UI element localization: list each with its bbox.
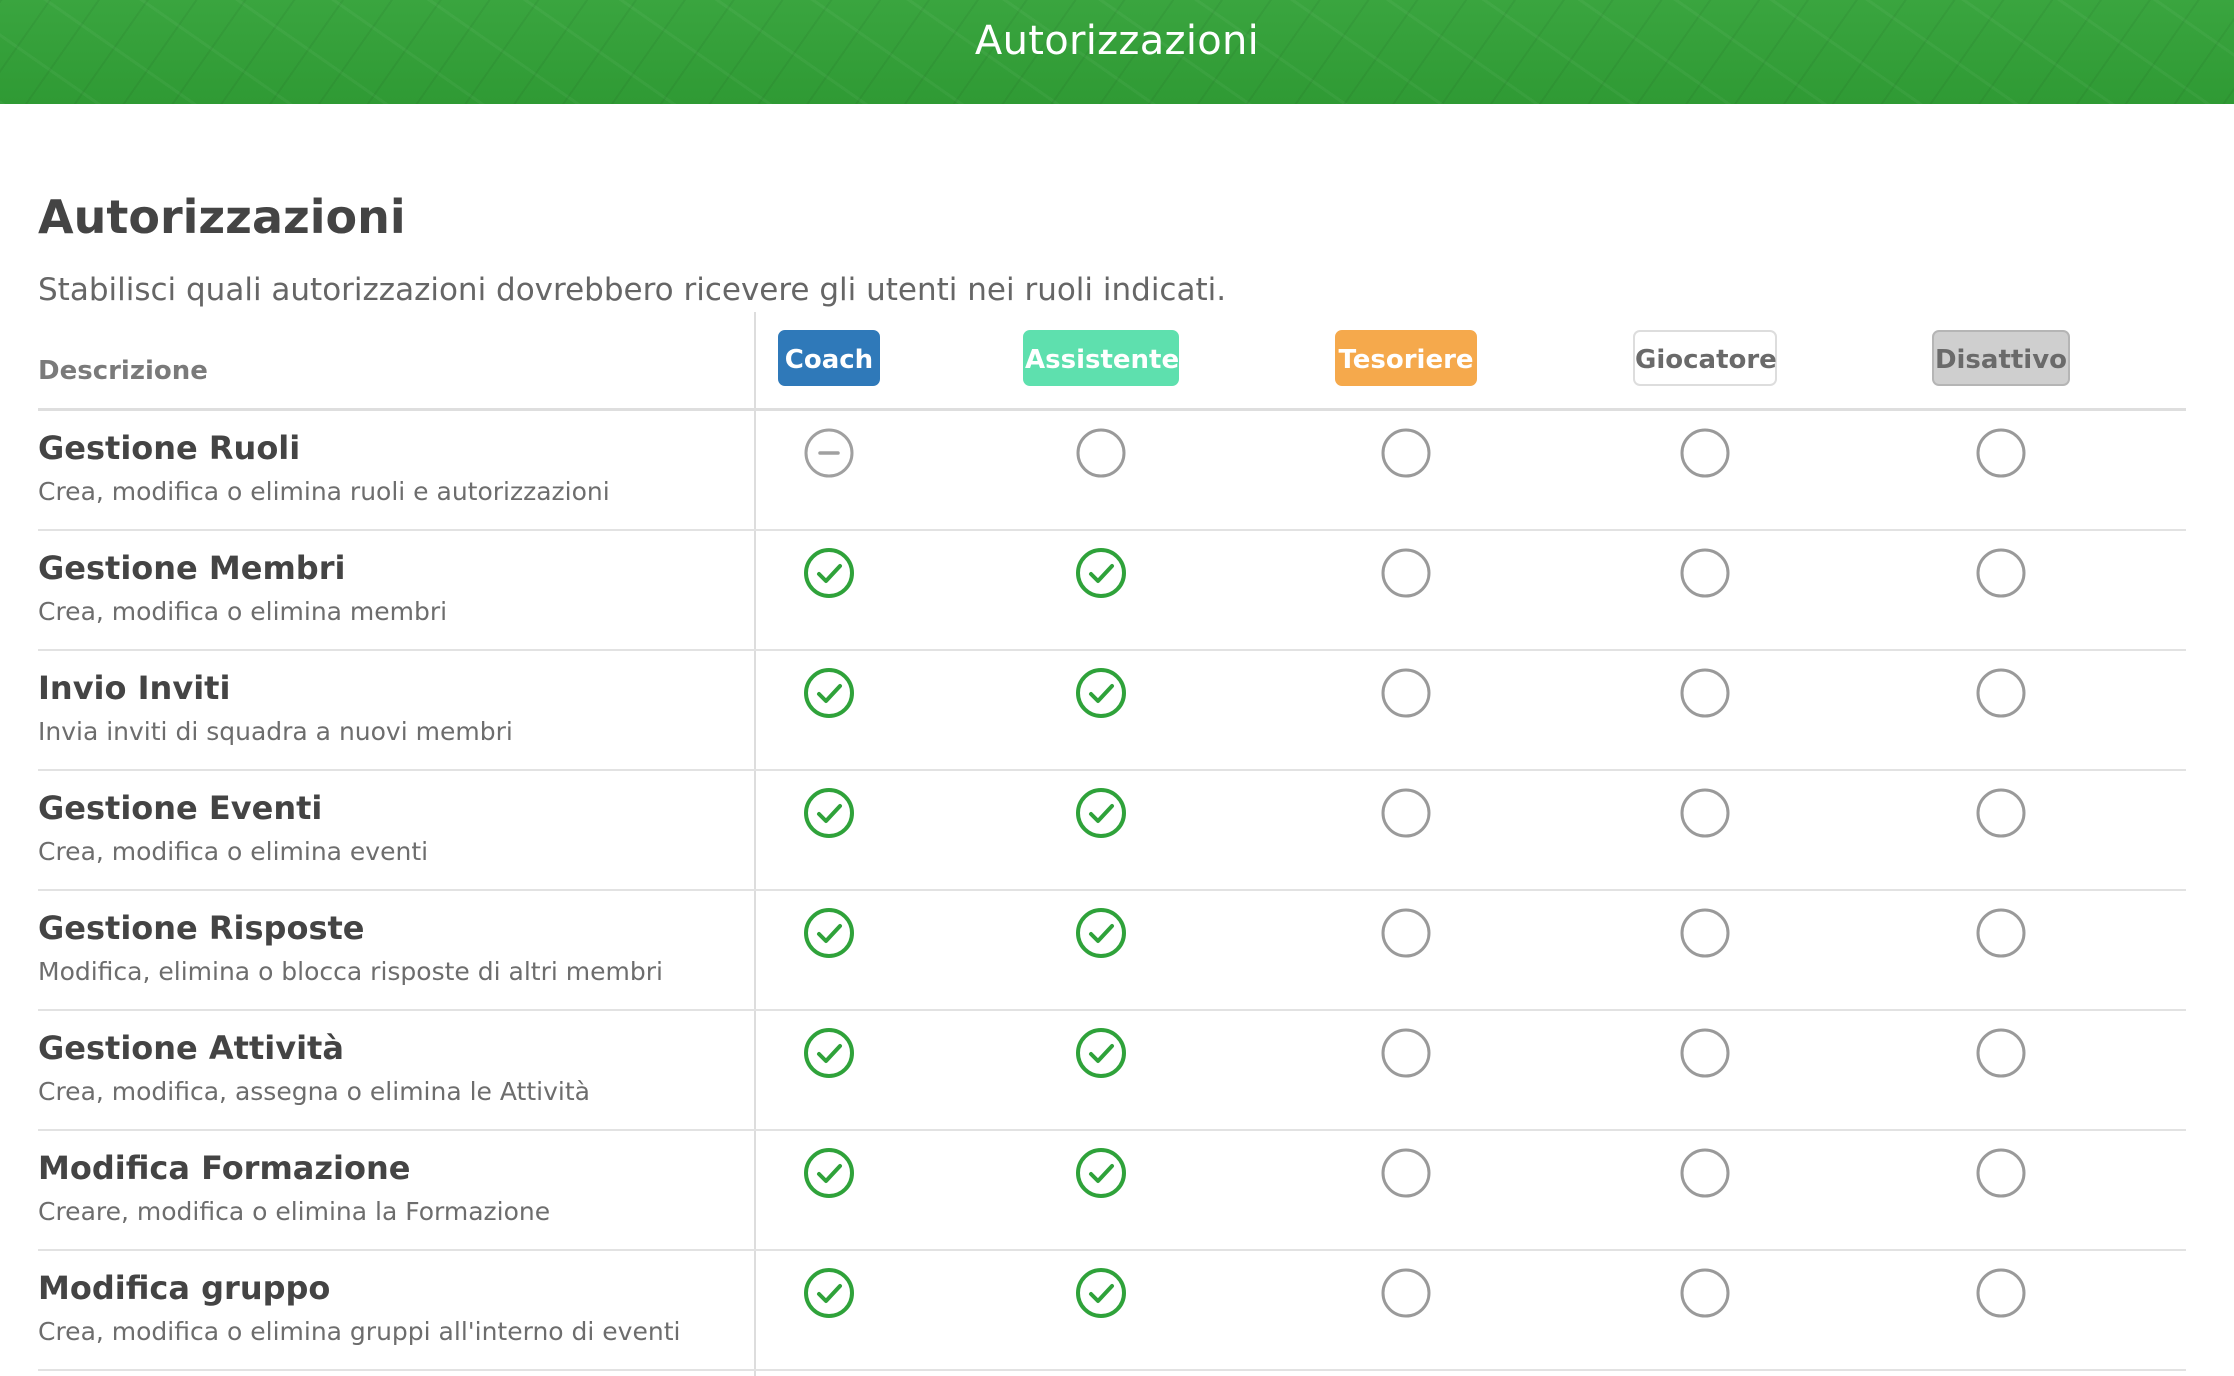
permissions-table: Descrizione Coach Assistente Tesoriere Gioc… bbox=[38, 312, 2186, 1371]
table-header-row: Descrizione Coach Assistente Tesoriere Gioc… bbox=[38, 312, 2186, 411]
permission-description: Modifica, elimina o blocca risposte di a… bbox=[38, 957, 663, 986]
check-circle-icon[interactable] bbox=[803, 1147, 855, 1199]
empty-circle-icon[interactable] bbox=[1679, 427, 1731, 479]
role-badge-disattivo: Disattivo bbox=[1932, 330, 2070, 386]
empty-circle-icon[interactable] bbox=[1679, 667, 1731, 719]
page-subtitle: Stabilisci quali autorizzazioni dovrebbe… bbox=[38, 272, 1227, 308]
role-badge-coach: Coach bbox=[778, 330, 880, 386]
permission-description: Creare, modifica o elimina la Formazione bbox=[38, 1197, 551, 1226]
table-row: Gestione Risposte Modifica, elimina o blo… bbox=[38, 891, 2186, 1011]
empty-circle-icon[interactable] bbox=[1380, 547, 1432, 599]
description-column-header: Descrizione bbox=[38, 356, 208, 386]
empty-circle-icon[interactable] bbox=[1975, 1267, 2027, 1319]
empty-circle-icon[interactable] bbox=[1380, 907, 1432, 959]
role-badge-assistente: Assistente bbox=[1023, 330, 1179, 386]
permission-title: Gestione Ruoli bbox=[38, 429, 301, 467]
empty-circle-icon[interactable] bbox=[1975, 907, 2027, 959]
empty-circle-icon[interactable] bbox=[1679, 1267, 1731, 1319]
check-circle-icon[interactable] bbox=[1075, 1027, 1127, 1079]
check-circle-icon[interactable] bbox=[1075, 787, 1127, 839]
empty-circle-icon[interactable] bbox=[1380, 427, 1432, 479]
table-row: Modifica Formazione Creare, modifica o el… bbox=[38, 1131, 2186, 1251]
check-circle-icon[interactable] bbox=[1075, 1147, 1127, 1199]
permission-description: Crea, modifica o elimina ruoli e autoriz… bbox=[38, 477, 610, 506]
check-circle-icon[interactable] bbox=[803, 547, 855, 599]
table-row: Gestione Eventi Crea, modifica o elimina … bbox=[38, 771, 2186, 891]
table-row: Gestione Membri Crea, modifica o elimina … bbox=[38, 531, 2186, 651]
permission-description: Crea, modifica o elimina gruppi all'inte… bbox=[38, 1317, 681, 1346]
empty-circle-icon[interactable] bbox=[1679, 1147, 1731, 1199]
empty-circle-icon[interactable] bbox=[1380, 1267, 1432, 1319]
permission-title: Modifica gruppo bbox=[38, 1269, 331, 1307]
check-circle-icon[interactable] bbox=[1075, 667, 1127, 719]
check-circle-icon[interactable] bbox=[1075, 1267, 1127, 1319]
empty-circle-icon[interactable] bbox=[1975, 1147, 2027, 1199]
table-row: Invio Inviti Invia inviti di squadra a nu… bbox=[38, 651, 2186, 771]
table-row: Gestione Attività Crea, modifica, assegna… bbox=[38, 1011, 2186, 1131]
check-circle-icon[interactable] bbox=[803, 1027, 855, 1079]
check-circle-icon[interactable] bbox=[803, 667, 855, 719]
empty-circle-icon[interactable] bbox=[1679, 547, 1731, 599]
empty-circle-icon[interactable] bbox=[1679, 787, 1731, 839]
table-row: Gestione Ruoli Crea, modifica o elimina r… bbox=[38, 411, 2186, 531]
permission-description: Crea, modifica, assegna o elimina le Att… bbox=[38, 1077, 590, 1106]
empty-circle-icon[interactable] bbox=[1380, 1147, 1432, 1199]
empty-circle-icon[interactable] bbox=[1380, 667, 1432, 719]
empty-circle-icon[interactable] bbox=[1075, 427, 1127, 479]
empty-circle-icon[interactable] bbox=[1679, 1027, 1731, 1079]
role-badge-tesoriere: Tesoriere bbox=[1335, 330, 1477, 386]
header-bar: Autorizzazioni bbox=[0, 0, 2234, 104]
empty-circle-icon[interactable] bbox=[1975, 427, 2027, 479]
permission-title: Gestione Eventi bbox=[38, 789, 323, 827]
empty-circle-icon[interactable] bbox=[1380, 787, 1432, 839]
permission-title: Invio Inviti bbox=[38, 669, 231, 707]
empty-circle-icon[interactable] bbox=[1975, 787, 2027, 839]
empty-circle-icon[interactable] bbox=[1975, 547, 2027, 599]
page-title: Autorizzazioni bbox=[38, 190, 406, 244]
empty-circle-icon[interactable] bbox=[1679, 907, 1731, 959]
check-circle-icon[interactable] bbox=[803, 907, 855, 959]
check-circle-icon[interactable] bbox=[803, 787, 855, 839]
empty-circle-icon[interactable] bbox=[1975, 667, 2027, 719]
table-row: Modifica gruppo Crea, modifica o elimina … bbox=[38, 1251, 2186, 1371]
header-title: Autorizzazioni bbox=[974, 18, 1260, 64]
role-badge-giocatore: Giocatore bbox=[1633, 330, 1777, 386]
permission-description: Crea, modifica o elimina eventi bbox=[38, 837, 429, 866]
check-circle-icon[interactable] bbox=[1075, 547, 1127, 599]
empty-circle-icon[interactable] bbox=[1380, 1027, 1432, 1079]
check-circle-icon[interactable] bbox=[1075, 907, 1127, 959]
permission-title: Gestione Risposte bbox=[38, 909, 365, 947]
permission-description: Crea, modifica o elimina membri bbox=[38, 597, 448, 626]
permission-description: Invia inviti di squadra a nuovi membri bbox=[38, 717, 513, 746]
minus-circle-icon bbox=[803, 427, 855, 479]
check-circle-icon[interactable] bbox=[803, 1267, 855, 1319]
empty-circle-icon[interactable] bbox=[1975, 1027, 2027, 1079]
permission-title: Gestione Membri bbox=[38, 549, 346, 587]
permissions-rows: Gestione Ruoli Crea, modifica o elimina r… bbox=[38, 411, 2186, 1371]
permission-title: Modifica Formazione bbox=[38, 1149, 411, 1187]
permission-title: Gestione Attività bbox=[38, 1029, 344, 1067]
